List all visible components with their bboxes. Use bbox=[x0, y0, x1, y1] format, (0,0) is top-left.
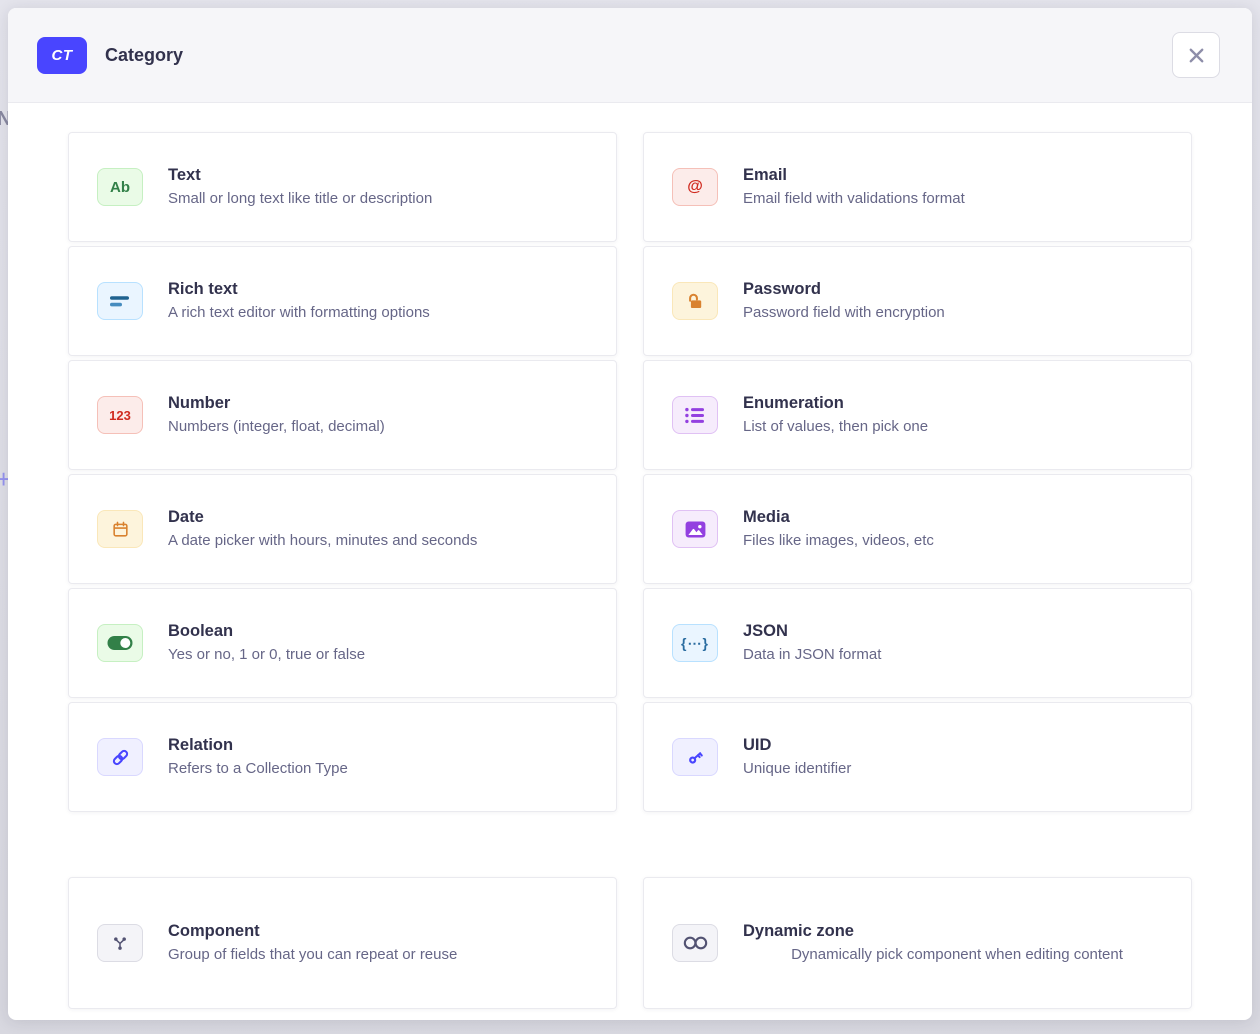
field-title: Dynamic zone bbox=[743, 921, 1171, 942]
field-description: A date picker with hours, minutes and se… bbox=[168, 531, 596, 551]
icon-label: {⋯} bbox=[681, 635, 709, 652]
field-description: Password field with encryption bbox=[743, 303, 1171, 323]
field-card-password[interactable]: Password Password field with encryption bbox=[643, 246, 1192, 356]
infinity-icon bbox=[672, 924, 718, 962]
nodes-icon bbox=[97, 924, 143, 962]
field-title: Relation bbox=[168, 735, 596, 756]
field-card-boolean[interactable]: Boolean Yes or no, 1 or 0, true or false bbox=[68, 588, 617, 698]
field-description: Yes or no, 1 or 0, true or false bbox=[168, 645, 596, 665]
modal-header: CT Category bbox=[8, 8, 1252, 103]
field-select-modal: CT Category Ab Text Small or long text l… bbox=[8, 8, 1252, 1020]
field-title: Component bbox=[168, 921, 596, 942]
icon-label: 123 bbox=[109, 408, 131, 423]
close-button[interactable] bbox=[1172, 32, 1220, 78]
field-card-text[interactable]: Ab Text Small or long text like title or… bbox=[68, 132, 617, 242]
key-icon bbox=[672, 738, 718, 776]
modal-body: Ab Text Small or long text like title or… bbox=[8, 103, 1252, 1033]
field-description: Files like images, videos, etc bbox=[743, 531, 1171, 551]
field-title: Boolean bbox=[168, 621, 596, 642]
field-title: Number bbox=[168, 393, 596, 414]
icon-label: Ab bbox=[110, 179, 130, 196]
field-card-uid[interactable]: UID Unique identifier bbox=[643, 702, 1192, 812]
text-lines-icon bbox=[97, 282, 143, 320]
field-description: Email field with validations format bbox=[743, 189, 1171, 209]
field-title: UID bbox=[743, 735, 1171, 756]
modal-title: Category bbox=[105, 45, 183, 66]
curly-braces-icon: {⋯} bbox=[672, 624, 718, 662]
field-title: JSON bbox=[743, 621, 1171, 642]
field-card-relation[interactable]: Relation Refers to a Collection Type bbox=[68, 702, 617, 812]
field-description: Data in JSON format bbox=[743, 645, 1171, 665]
field-title: Text bbox=[168, 165, 596, 186]
field-card-number[interactable]: 123 Number Numbers (integer, float, deci… bbox=[68, 360, 617, 470]
field-title: Password bbox=[743, 279, 1171, 300]
field-card-dynamiczone[interactable]: Dynamic zone Dynamically pick component … bbox=[643, 877, 1192, 1009]
at-sign-icon: @ bbox=[672, 168, 718, 206]
field-card-date[interactable]: Date A date picker with hours, minutes a… bbox=[68, 474, 617, 584]
field-description: Unique identifier bbox=[743, 759, 1171, 779]
close-icon bbox=[1188, 47, 1205, 64]
field-card-richtext[interactable]: Rich text A rich text editor with format… bbox=[68, 246, 617, 356]
field-description: A rich text editor with formatting optio… bbox=[168, 303, 596, 323]
field-title: Media bbox=[743, 507, 1171, 528]
content-type-badge: CT bbox=[37, 37, 87, 74]
field-title: Date bbox=[168, 507, 596, 528]
field-card-email[interactable]: @ Email Email field with validations for… bbox=[643, 132, 1192, 242]
field-description: Small or long text like title or descrip… bbox=[168, 189, 596, 209]
field-card-json[interactable]: {⋯} JSON Data in JSON format bbox=[643, 588, 1192, 698]
field-title: Rich text bbox=[168, 279, 596, 300]
special-field-grid: Component Group of fields that you can r… bbox=[68, 877, 1192, 1009]
content-type-badge-label: CT bbox=[52, 47, 73, 64]
field-title: Enumeration bbox=[743, 393, 1171, 414]
field-description: Dynamically pick component when editing … bbox=[743, 945, 1171, 965]
field-card-enumeration[interactable]: Enumeration List of values, then pick on… bbox=[643, 360, 1192, 470]
bullet-list-icon bbox=[672, 396, 718, 434]
field-description: Group of fields that you can repeat or r… bbox=[168, 945, 596, 965]
icon-label: @ bbox=[687, 178, 703, 196]
ab-text-icon: Ab bbox=[97, 168, 143, 206]
chain-link-icon bbox=[97, 738, 143, 776]
one-two-three-icon: 123 bbox=[97, 396, 143, 434]
field-type-grid: Ab Text Small or long text like title or… bbox=[68, 132, 1192, 812]
field-description: Numbers (integer, float, decimal) bbox=[168, 417, 596, 437]
field-description: List of values, then pick one bbox=[743, 417, 1171, 437]
field-title: Email bbox=[743, 165, 1171, 186]
picture-icon bbox=[672, 510, 718, 548]
field-card-media[interactable]: Media Files like images, videos, etc bbox=[643, 474, 1192, 584]
lock-icon bbox=[672, 282, 718, 320]
toggle-icon bbox=[97, 624, 143, 662]
field-description: Refers to a Collection Type bbox=[168, 759, 596, 779]
field-card-component[interactable]: Component Group of fields that you can r… bbox=[68, 877, 617, 1009]
calendar-icon bbox=[97, 510, 143, 548]
